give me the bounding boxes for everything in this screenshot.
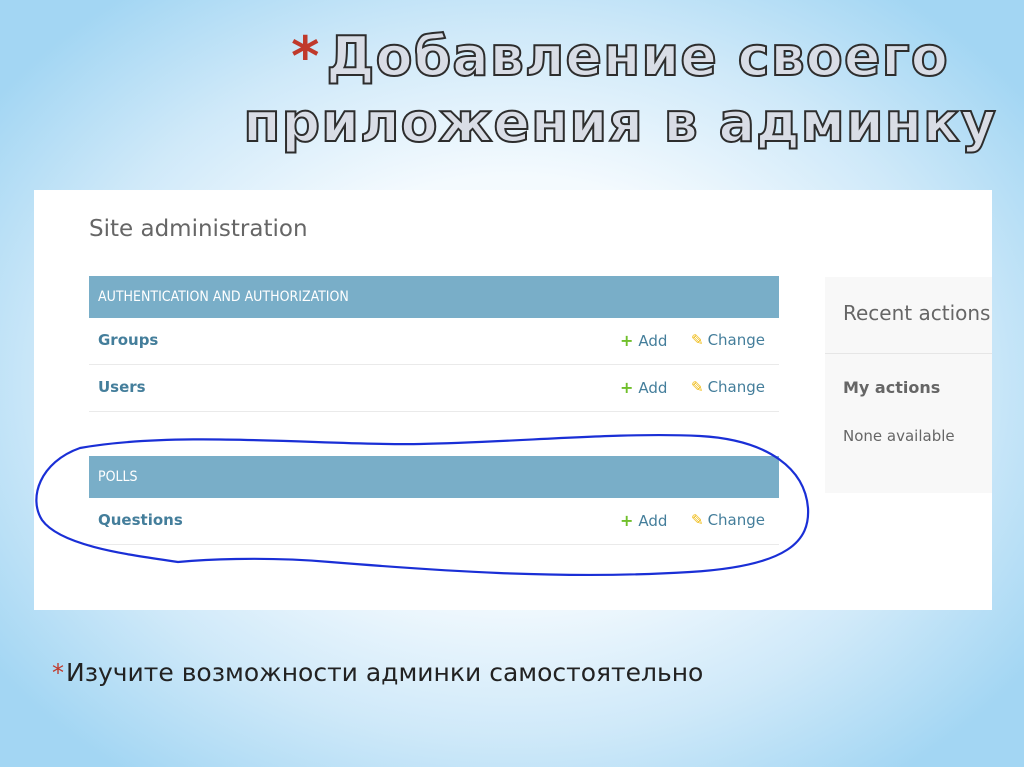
- pencil-icon: ✎: [691, 378, 704, 396]
- module-auth: AUTHENTICATION AND AUTHORIZATION Groups …: [89, 276, 779, 412]
- plus-icon: +: [620, 331, 634, 350]
- change-groups-button[interactable]: ✎ Change: [691, 331, 765, 349]
- change-label: Change: [707, 511, 766, 529]
- model-link-users[interactable]: Users: [98, 378, 146, 396]
- model-row-users: Users + Add ✎ Change: [89, 365, 779, 412]
- module-caption-auth[interactable]: AUTHENTICATION AND AUTHORIZATION: [89, 276, 779, 318]
- change-label: Change: [707, 331, 766, 349]
- pencil-icon: ✎: [691, 331, 704, 349]
- slide-title: * Добавление своего приложения в админку: [240, 24, 1000, 156]
- footer-text: Изучите возможности админки самостоятель…: [66, 658, 704, 687]
- change-users-button[interactable]: ✎ Change: [691, 378, 765, 396]
- title-bullet: *: [291, 25, 321, 88]
- my-actions-heading: My actions: [843, 378, 941, 397]
- module-caption-polls[interactable]: POLLS: [89, 456, 779, 498]
- add-questions-button[interactable]: + Add: [620, 511, 667, 530]
- module-polls: POLLS Questions + Add ✎ Change: [89, 456, 779, 545]
- site-administration-title: Site administration: [89, 216, 308, 242]
- footer-bullet: *: [52, 659, 64, 687]
- change-label: Change: [707, 378, 766, 396]
- change-questions-button[interactable]: ✎ Change: [691, 511, 765, 529]
- admin-screenshot: Site administration AUTHENTICATION AND A…: [34, 190, 992, 610]
- add-label: Add: [638, 332, 668, 350]
- add-groups-button[interactable]: + Add: [620, 331, 667, 350]
- pencil-icon: ✎: [691, 511, 704, 529]
- slide-title-text: Добавление своего приложения в админку: [242, 24, 997, 155]
- model-row-questions: Questions + Add ✎ Change: [89, 498, 779, 545]
- recent-actions-panel: Recent actions My actions None available: [825, 277, 992, 493]
- model-row-groups: Groups + Add ✎ Change: [89, 318, 779, 365]
- add-label: Add: [638, 512, 668, 530]
- footer-bullet-text: *Изучите возможности админки самостоятел…: [52, 658, 703, 687]
- plus-icon: +: [620, 511, 634, 530]
- recent-actions-title: Recent actions: [843, 301, 991, 325]
- plus-icon: +: [620, 378, 634, 397]
- add-users-button[interactable]: + Add: [620, 378, 667, 397]
- add-label: Add: [638, 379, 668, 397]
- model-link-questions[interactable]: Questions: [98, 511, 183, 529]
- none-available-text: None available: [843, 427, 955, 445]
- model-link-groups[interactable]: Groups: [98, 331, 158, 349]
